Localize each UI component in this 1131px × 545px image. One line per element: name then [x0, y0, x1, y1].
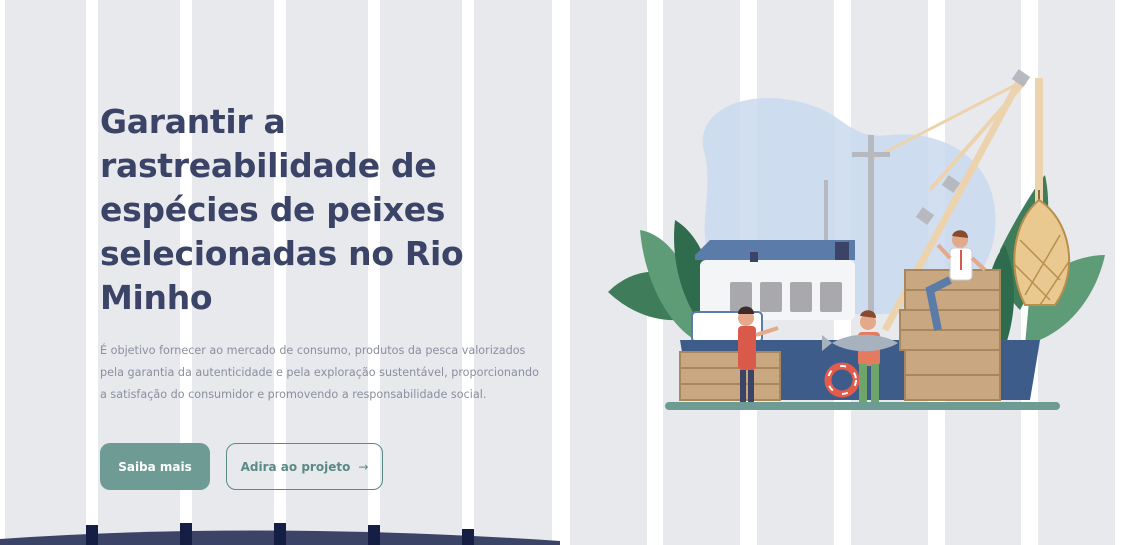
- adira-ao-projeto-label: Adira ao projeto: [240, 459, 351, 474]
- adira-ao-projeto-button[interactable]: Adira ao projeto →: [226, 443, 383, 490]
- fishing-boat-illustration: [608, 69, 1105, 410]
- saiba-mais-button[interactable]: Saiba mais: [100, 443, 210, 490]
- arrow-right-icon: →: [358, 459, 369, 474]
- hero-description: É objetivo fornecer ao mercado de consum…: [100, 344, 539, 401]
- saiba-mais-label: Saiba mais: [118, 459, 192, 474]
- bottom-wave: [0, 523, 560, 545]
- hero-title: Garantir a rastreabilidade de espécies d…: [100, 102, 464, 317]
- hero-actions: Saiba mais Adira ao projeto →: [100, 443, 570, 490]
- hero-section: Garantir a rastreabilidade de espécies d…: [100, 100, 570, 490]
- fishing-net-icon: [1013, 190, 1071, 306]
